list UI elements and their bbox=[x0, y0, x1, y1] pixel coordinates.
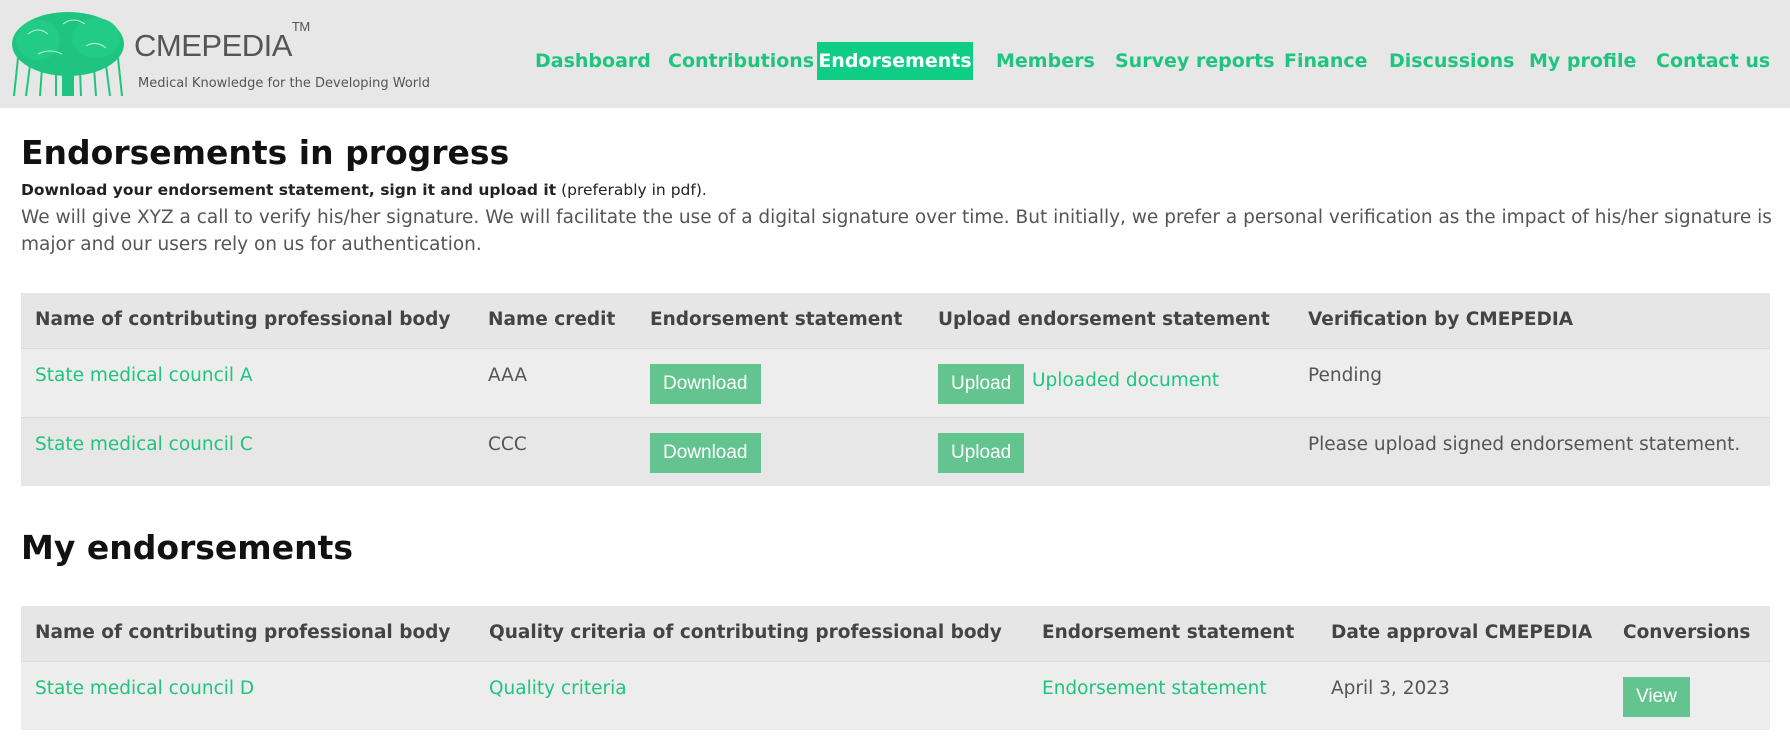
table-header: Name of contributing professional body N… bbox=[21, 293, 1770, 349]
professional-body-link[interactable]: State medical council A bbox=[35, 365, 253, 386]
name-credit: CCC bbox=[488, 434, 527, 455]
instruction-strong: Download your endorsement statement, sig… bbox=[21, 181, 557, 199]
column-header: Name of contributing professional body bbox=[35, 622, 451, 643]
column-header: Verification by CMEPEDIA bbox=[1308, 309, 1574, 330]
approval-date: April 3, 2023 bbox=[1331, 678, 1450, 699]
column-header: Upload endorsement statement bbox=[938, 309, 1270, 330]
trademark: TM bbox=[291, 18, 310, 34]
nav-finance[interactable]: Finance bbox=[1284, 42, 1368, 80]
professional-body-link[interactable]: State medical council C bbox=[35, 434, 253, 455]
endorsement-statement-link[interactable]: Endorsement statement bbox=[1042, 678, 1267, 699]
nav-members[interactable]: Members bbox=[996, 42, 1095, 80]
nav-endorsements[interactable]: Endorsements bbox=[817, 42, 973, 80]
verification-paragraph: We will give XYZ a call to verify his/he… bbox=[21, 207, 1772, 255]
column-header: Conversions bbox=[1623, 622, 1751, 643]
table-row: State medical council D Quality criteria… bbox=[21, 662, 1770, 730]
table-row: State medical council C CCC Download Upl… bbox=[21, 418, 1770, 486]
verification-status: Please upload signed endorsement stateme… bbox=[1308, 434, 1741, 455]
download-button[interactable]: Download bbox=[650, 364, 761, 404]
instruction-text: Download your endorsement statement, sig… bbox=[21, 181, 707, 199]
instruction-note: (preferably in pdf). bbox=[556, 181, 707, 199]
verification-status: Pending bbox=[1308, 365, 1382, 386]
table-row: State medical council A AAA Download Upl… bbox=[21, 349, 1770, 418]
download-button[interactable]: Download bbox=[650, 433, 761, 473]
professional-body-link[interactable]: State medical council D bbox=[35, 678, 254, 699]
name-credit: AAA bbox=[488, 365, 527, 386]
upload-button[interactable]: Upload bbox=[938, 433, 1025, 473]
site-header: CMEPEDIATM Medical Knowledge for the Dev… bbox=[0, 0, 1790, 108]
uploaded-document-link[interactable]: Uploaded document bbox=[1032, 370, 1219, 391]
page-title: Endorsements in progress bbox=[21, 133, 510, 172]
column-header: Endorsement statement bbox=[650, 309, 903, 330]
view-conversions-button[interactable]: View bbox=[1623, 677, 1690, 717]
column-header: Name of contributing professional body bbox=[35, 309, 451, 330]
main-nav: Dashboard Contributions Endorsements Mem… bbox=[0, 42, 1790, 80]
column-header: Endorsement statement bbox=[1042, 622, 1295, 643]
nav-my-profile[interactable]: My profile bbox=[1529, 42, 1636, 80]
upload-button[interactable]: Upload bbox=[938, 364, 1025, 404]
nav-survey-reports[interactable]: Survey reports bbox=[1115, 42, 1275, 80]
section-title: My endorsements bbox=[21, 528, 353, 567]
quality-criteria-link[interactable]: Quality criteria bbox=[489, 678, 627, 699]
table-header: Name of contributing professional body Q… bbox=[21, 606, 1770, 662]
column-header: Quality criteria of contributing profess… bbox=[489, 622, 1002, 643]
nav-discussions[interactable]: Discussions bbox=[1389, 42, 1514, 80]
nav-contributions[interactable]: Contributions bbox=[668, 42, 814, 80]
nav-contact-us[interactable]: Contact us bbox=[1656, 42, 1770, 80]
nav-dashboard[interactable]: Dashboard bbox=[535, 42, 651, 80]
column-header: Date approval CMEPEDIA bbox=[1331, 622, 1593, 643]
column-header: Name credit bbox=[488, 309, 616, 330]
